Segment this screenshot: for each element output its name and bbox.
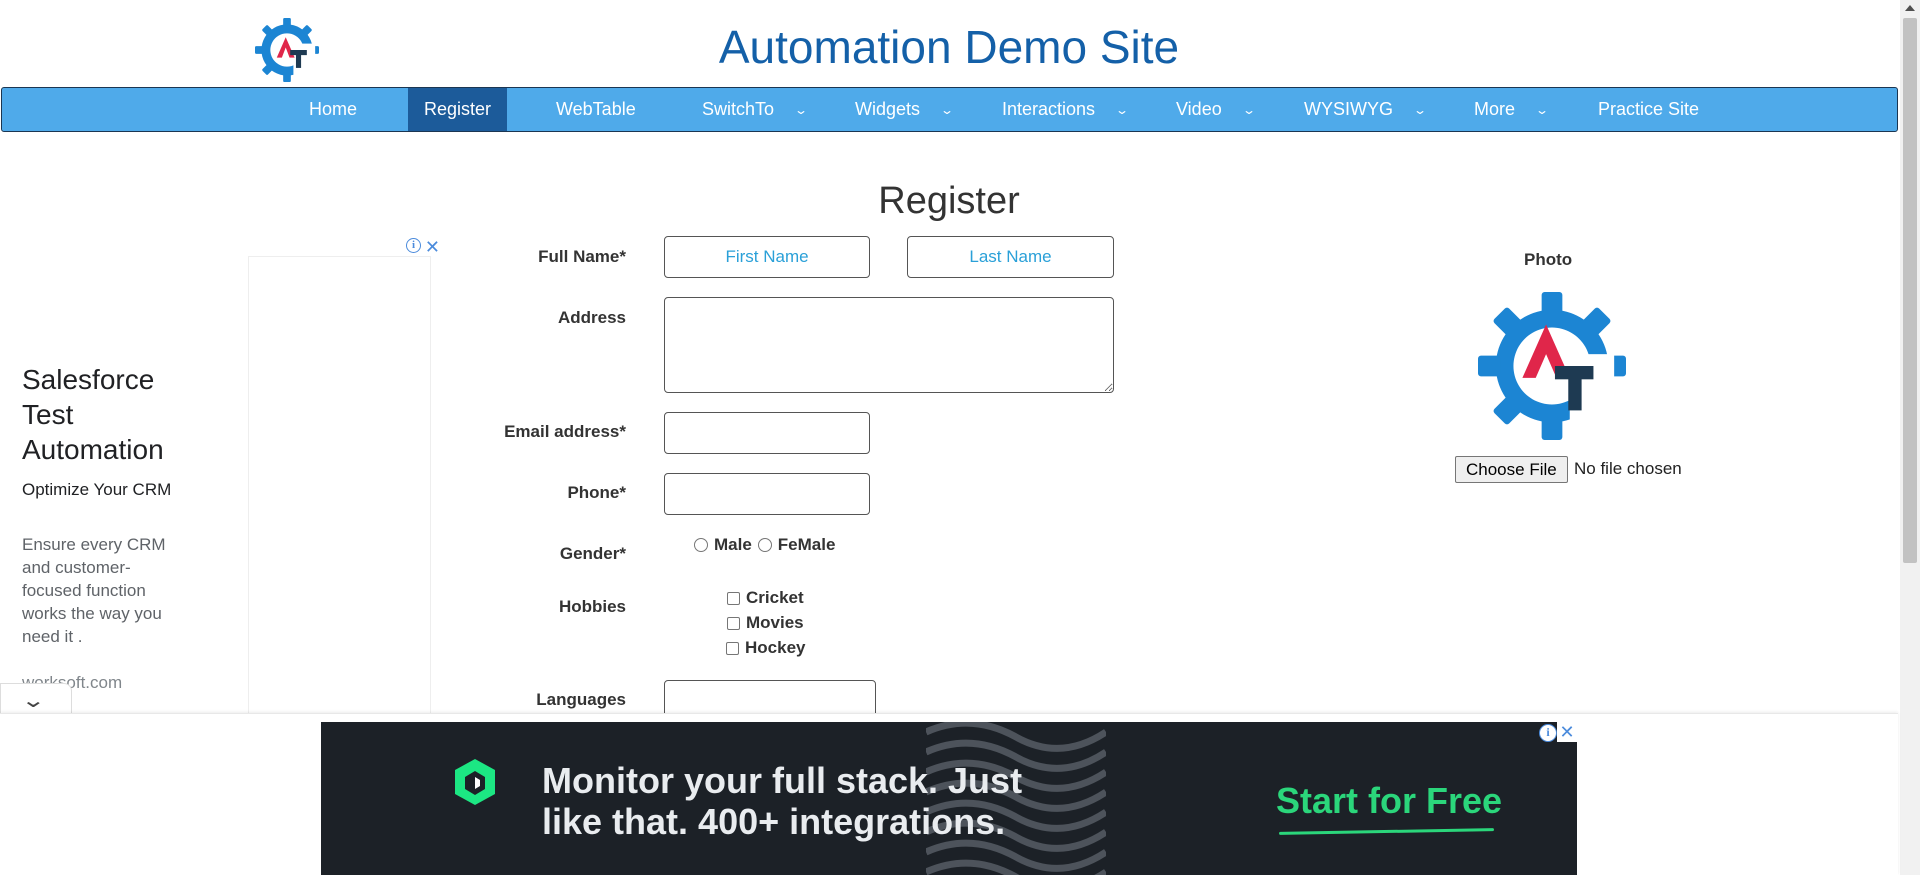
- close-icon[interactable]: ✕: [1557, 722, 1577, 742]
- hobbies-label: Hobbies: [558, 597, 626, 616]
- nav-label: Register: [424, 99, 492, 119]
- chevron-down-icon: ⌄: [940, 102, 955, 117]
- main-nav: Home Register WebTable SwitchTo ⌄ Widgets…: [1, 87, 1898, 132]
- nav-label: Practice Site: [1598, 99, 1700, 119]
- nav-interactions[interactable]: Interactions ⌄: [1002, 88, 1130, 131]
- languages-label: Languages: [536, 690, 626, 709]
- scrollbar-thumb[interactable]: [1903, 18, 1917, 563]
- gender-female-radio[interactable]: [757, 538, 772, 552]
- site-title: Automation Demo Site: [718, 21, 1180, 73]
- nav-video[interactable]: Video ⌄: [1176, 88, 1256, 131]
- gender-options: Male FeMale: [694, 535, 835, 555]
- nav-home[interactable]: Home: [309, 88, 357, 131]
- bottom-ad-text: Monitor your full stack. Just like that.…: [542, 760, 1023, 842]
- nav-label: WebTable: [556, 99, 636, 119]
- nav-widgets[interactable]: Widgets ⌄: [855, 88, 955, 131]
- email-label: Email address*: [504, 422, 626, 441]
- nav-label: SwitchTo: [702, 99, 775, 119]
- chevron-down-icon: ⌄: [1412, 102, 1428, 117]
- nav-label: Video: [1176, 99, 1222, 119]
- chevron-down-icon: ⌄: [20, 690, 46, 712]
- hobby-cricket-label[interactable]: Cricket: [746, 588, 804, 608]
- photo-preview-logo: [1478, 292, 1626, 442]
- ad-body-text[interactable]: Ensure every CRM and customer-focused fu…: [22, 533, 182, 648]
- nav-label: Home: [309, 99, 358, 119]
- nav-more[interactable]: More ⌄: [1474, 88, 1550, 131]
- hobby-hockey-label[interactable]: Hockey: [745, 638, 805, 658]
- cta-underline: [1278, 828, 1495, 835]
- full-name-label: Full Name*: [538, 247, 626, 266]
- collapse-ad-button[interactable]: ⌄: [0, 683, 72, 714]
- bottom-advertisement[interactable]: Monitor your full stack. Just like that.…: [321, 722, 1577, 875]
- hobby-cricket: Cricket: [727, 588, 804, 608]
- nav-practice-site[interactable]: Practice Site: [1598, 88, 1699, 131]
- nav-register[interactable]: Register: [408, 88, 508, 131]
- newrelic-logo-icon: [455, 759, 495, 805]
- nav-label: Widgets: [855, 99, 921, 119]
- first-name-input[interactable]: [664, 236, 870, 278]
- chevron-down-icon: ⌄: [1115, 102, 1130, 117]
- gender-male-label[interactable]: Male: [714, 535, 752, 555]
- start-for-free-button[interactable]: Start for Free: [1276, 780, 1502, 822]
- nav-label: WYSIWYG: [1304, 99, 1393, 119]
- nav-label: More: [1474, 99, 1516, 119]
- address-label: Address: [557, 308, 626, 327]
- hobby-movies-checkbox[interactable]: [727, 616, 740, 630]
- page-title: Register: [878, 180, 1020, 222]
- last-name-input[interactable]: [907, 236, 1114, 278]
- gender-female-label[interactable]: FeMale: [778, 535, 836, 555]
- photo-label: Photo: [1524, 250, 1573, 269]
- chevron-down-icon: ⌄: [1535, 102, 1550, 117]
- hobby-hockey: Hockey: [726, 638, 805, 658]
- ad-subheadline[interactable]: Optimize Your CRM: [22, 478, 182, 501]
- scroll-up-arrow-icon[interactable]: [1905, 5, 1915, 11]
- choose-file-button[interactable]: Choose File: [1455, 456, 1568, 483]
- ad-headline[interactable]: Salesforce Test Automation: [22, 362, 192, 467]
- nav-webtable[interactable]: WebTable: [556, 88, 636, 131]
- chevron-down-icon: ⌄: [1241, 102, 1256, 117]
- hobby-movies-label[interactable]: Movies: [746, 613, 804, 633]
- no-file-status: No file chosen: [1574, 459, 1682, 478]
- gender-label: Gender*: [559, 544, 626, 563]
- hobby-cricket-checkbox[interactable]: [727, 591, 740, 605]
- hobby-hockey-checkbox[interactable]: [726, 641, 739, 655]
- phone-input[interactable]: [664, 473, 870, 515]
- hobby-movies: Movies: [727, 613, 804, 633]
- phone-label: Phone*: [567, 483, 626, 502]
- nav-wysiwyg[interactable]: WYSIWYG ⌄: [1304, 88, 1428, 131]
- nav-label: Interactions: [1002, 99, 1096, 119]
- info-icon[interactable]: i: [1539, 724, 1557, 742]
- page-scrollbar[interactable]: [1900, 0, 1920, 875]
- nav-switchto[interactable]: SwitchTo ⌄: [702, 88, 809, 131]
- address-textarea[interactable]: [664, 297, 1114, 393]
- gender-male-radio[interactable]: [694, 538, 708, 552]
- chevron-down-icon: ⌄: [794, 102, 809, 117]
- email-input[interactable]: [664, 412, 870, 454]
